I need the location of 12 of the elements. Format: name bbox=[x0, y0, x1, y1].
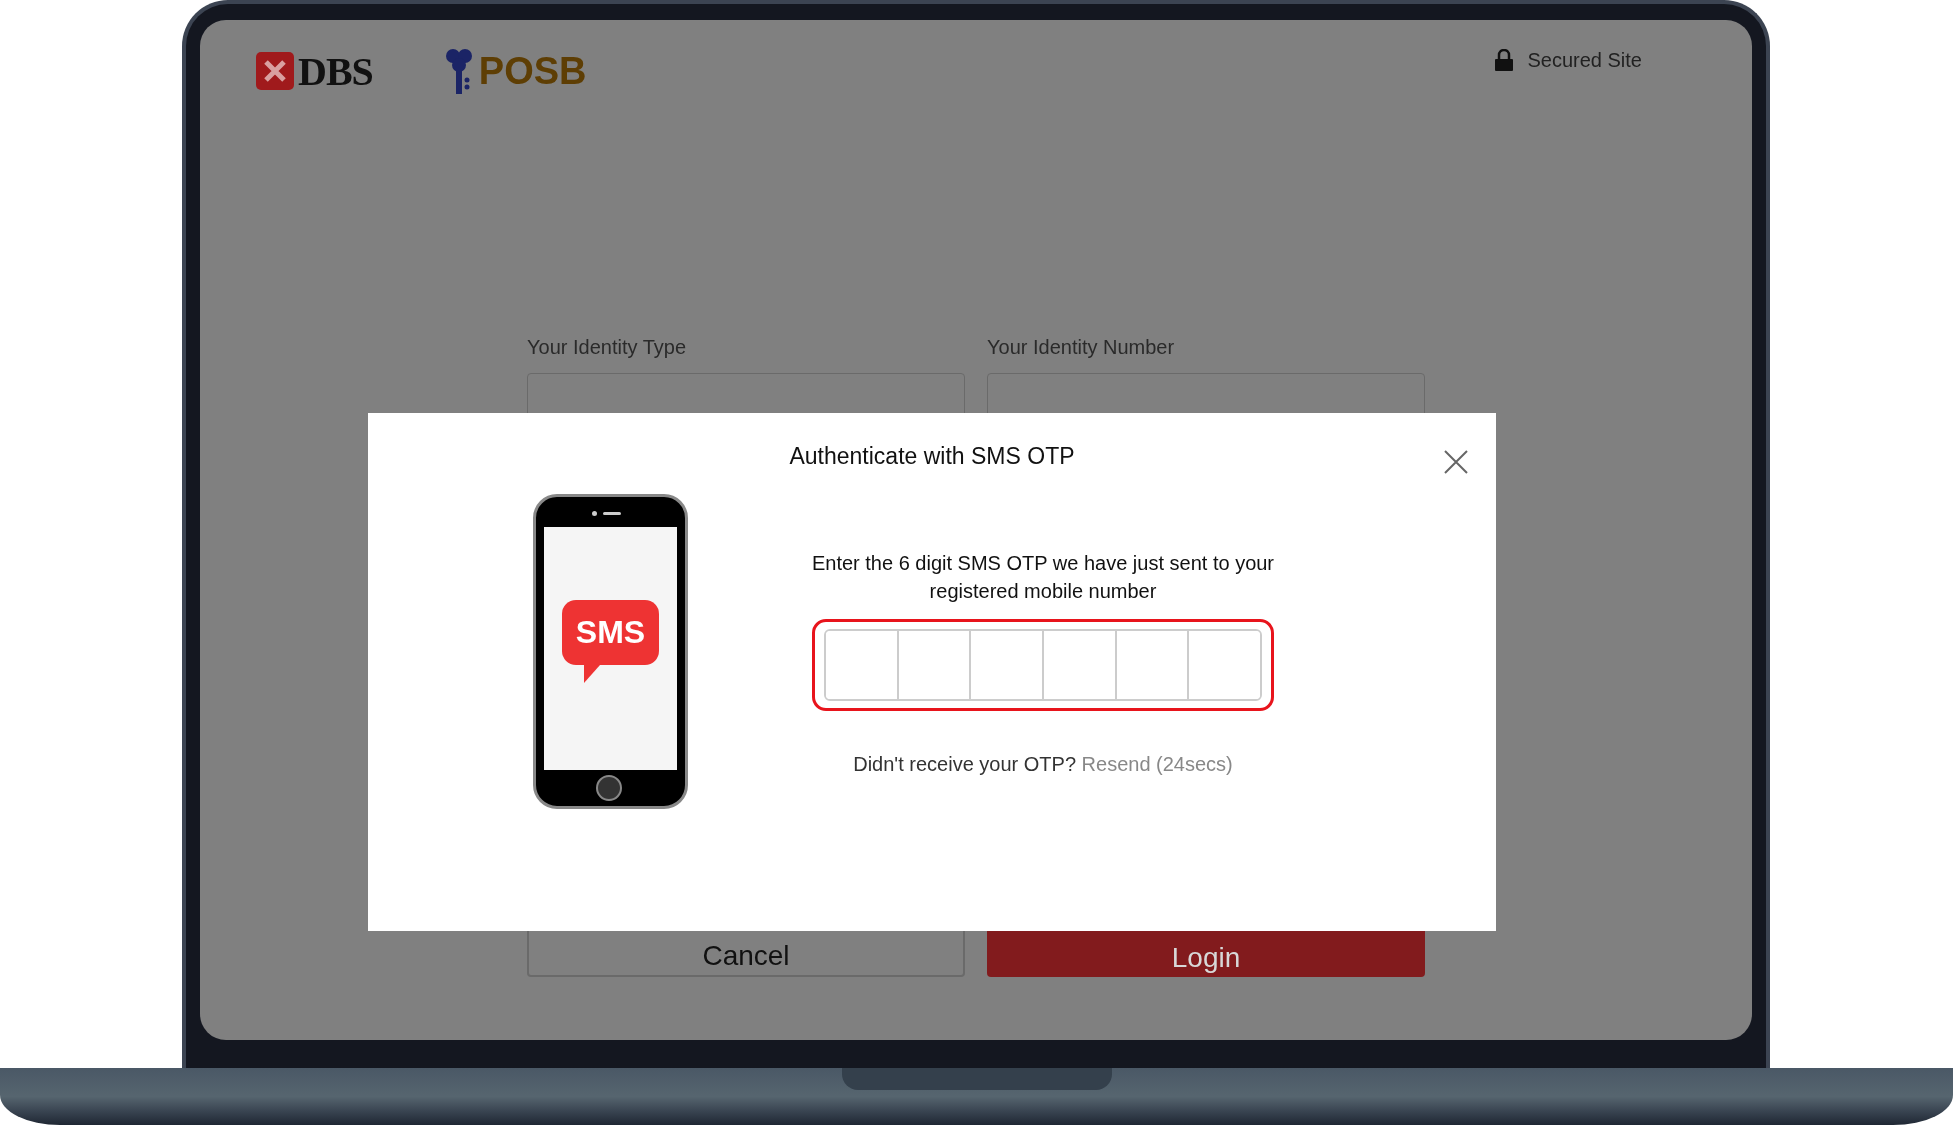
dialog-title: Authenticate with SMS OTP bbox=[788, 443, 1076, 470]
resend-text: Didn't receive your OTP? Resend (24secs) bbox=[853, 753, 1233, 776]
posb-logo-text: POSB bbox=[478, 49, 587, 93]
dbs-logo-text: DBS bbox=[298, 47, 373, 95]
dbs-logo-icon bbox=[256, 52, 294, 90]
field-label: Your Identity Number bbox=[987, 336, 1176, 359]
field-label: Your Identity Type bbox=[527, 336, 687, 359]
instruction-text: Enter the 6 digit SMS OTP we have just sent to your registered mobile number bbox=[810, 551, 1276, 604]
resend-link[interactable]: Resend (24secs) bbox=[1081, 753, 1233, 775]
secured-site-label: Secured Site bbox=[1527, 48, 1642, 72]
lock-icon bbox=[1495, 49, 1514, 71]
close-button[interactable] bbox=[1443, 449, 1469, 475]
